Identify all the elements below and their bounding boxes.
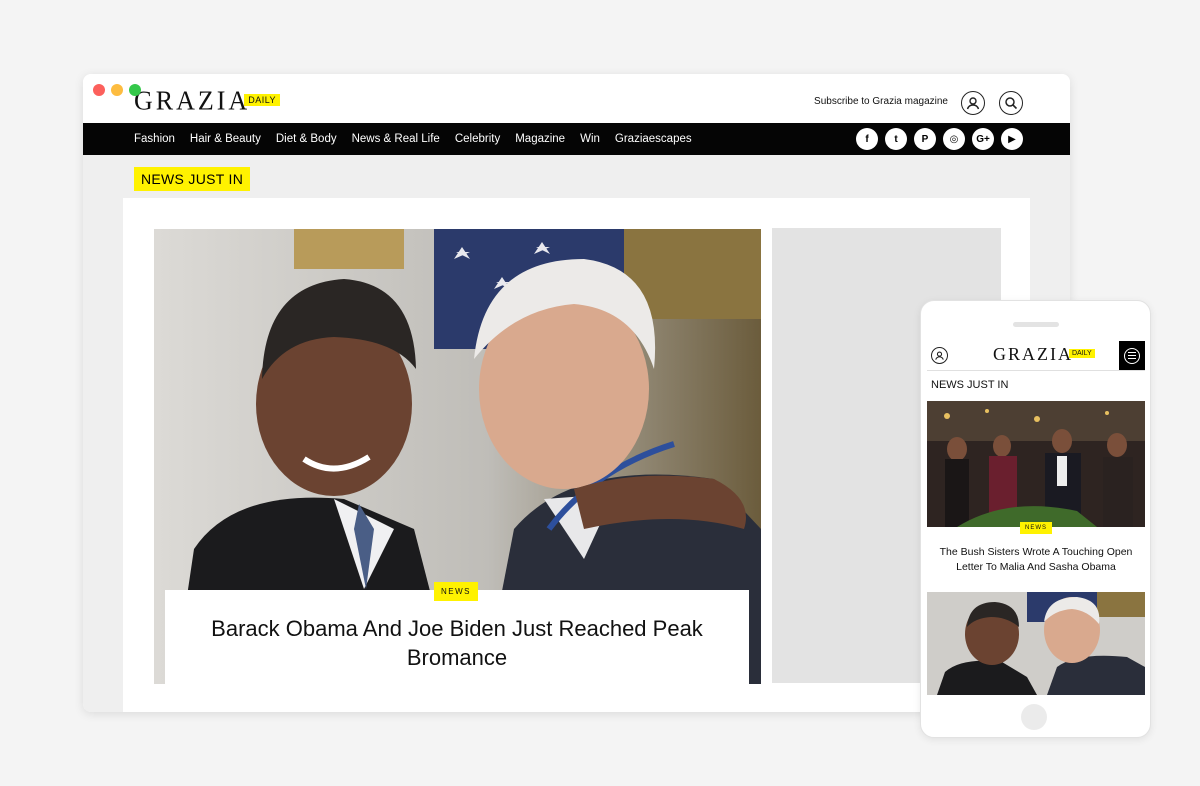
social-links: f t P ◎ G+ ▶ bbox=[856, 128, 1023, 150]
twitter-icon[interactable]: t bbox=[885, 128, 907, 150]
grazia-logo-mobile[interactable]: GRAZIA DAILY bbox=[993, 344, 1095, 364]
nav-list: Fashion Hair & Beauty Diet & Body News & Re… bbox=[134, 123, 692, 155]
user-icon[interactable] bbox=[931, 347, 948, 364]
section-label: NEWS JUST IN bbox=[134, 167, 251, 191]
nav-item-diet-body[interactable]: Diet & Body bbox=[276, 133, 337, 145]
maximize-window-button[interactable] bbox=[129, 84, 141, 96]
nav-item-news-real-life[interactable]: News & Real Life bbox=[352, 133, 440, 145]
phone-home-button[interactable] bbox=[1021, 704, 1047, 730]
subscribe-link[interactable]: Subscribe to Grazia magazine bbox=[814, 96, 948, 107]
close-window-button[interactable] bbox=[93, 84, 105, 96]
mobile-phone-frame: GRAZIA DAILY NEWS JUST IN NEWS The Bush … bbox=[920, 300, 1151, 738]
hero-headline-card[interactable]: NEWS Barack Obama And Joe Biden Just Rea… bbox=[165, 582, 749, 685]
search-icon[interactable] bbox=[999, 91, 1023, 115]
news-badge[interactable]: NEWS bbox=[434, 582, 478, 601]
site-header: GRAZIA DAILY Subscribe to Grazia magazin… bbox=[83, 74, 1070, 123]
nav-item-fashion[interactable]: Fashion bbox=[134, 133, 175, 145]
google-plus-icon[interactable]: G+ bbox=[972, 128, 994, 150]
user-icon[interactable] bbox=[961, 91, 985, 115]
grazia-logo[interactable]: GRAZIA DAILY bbox=[134, 85, 281, 116]
mobile-article-image[interactable] bbox=[927, 401, 1145, 527]
mobile-article-title[interactable]: The Bush Sisters Wrote A Touching Open L… bbox=[933, 545, 1139, 575]
pinterest-icon[interactable]: P bbox=[914, 128, 936, 150]
main-navigation: Fashion Hair & Beauty Diet & Body News & Re… bbox=[83, 123, 1070, 155]
minimize-window-button[interactable] bbox=[111, 84, 123, 96]
instagram-icon[interactable]: ◎ bbox=[943, 128, 965, 150]
menu-icon-glyph bbox=[1124, 347, 1140, 364]
nav-item-win[interactable]: Win bbox=[580, 133, 600, 145]
mobile-header: GRAZIA DAILY bbox=[927, 341, 1145, 371]
news-badge[interactable]: NEWS bbox=[1020, 522, 1052, 534]
nav-item-magazine[interactable]: Magazine bbox=[515, 133, 565, 145]
mobile-section-label: NEWS JUST IN bbox=[931, 379, 1009, 391]
facebook-icon[interactable]: f bbox=[856, 128, 878, 150]
window-controls bbox=[93, 84, 141, 96]
logo-wordmark: GRAZIA bbox=[134, 85, 251, 116]
logo-daily-tag: DAILY bbox=[1069, 349, 1095, 358]
nav-item-graziaescapes[interactable]: Graziaescapes bbox=[615, 133, 692, 145]
hero-headline[interactable]: Barack Obama And Joe Biden Just Reached … bbox=[195, 614, 719, 672]
youtube-icon[interactable]: ▶ bbox=[1001, 128, 1023, 150]
nav-item-hair-beauty[interactable]: Hair & Beauty bbox=[190, 133, 261, 145]
logo-wordmark: GRAZIA bbox=[993, 344, 1073, 364]
phone-speaker bbox=[1013, 322, 1059, 327]
menu-icon[interactable] bbox=[1119, 341, 1145, 370]
nav-item-celebrity[interactable]: Celebrity bbox=[455, 133, 500, 145]
mobile-article-image-2[interactable] bbox=[927, 592, 1145, 695]
